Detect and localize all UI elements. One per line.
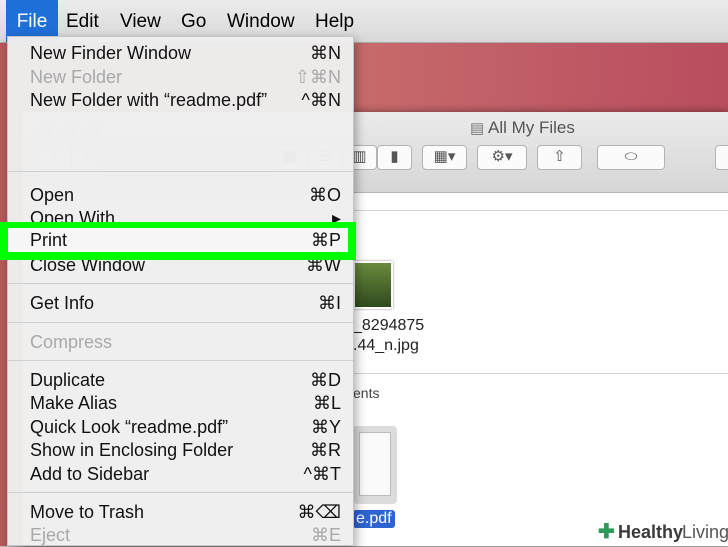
menu-separator (8, 360, 353, 361)
menu-item-print[interactable]: Print ⌘P (8, 228, 348, 252)
menu-item-label: Add to Sidebar (30, 464, 150, 484)
menu-separator (8, 322, 353, 323)
menu-item-open[interactable]: Open ⌘O (8, 183, 353, 207)
menu-item-label: Show in Enclosing Folder (30, 440, 234, 460)
search-field-edge[interactable] (715, 145, 728, 170)
file-menu-dropdown: New Finder Window ⌘N New Folder ⇧⌘N New … (7, 36, 354, 546)
file-name-line[interactable]: _8294875 (353, 317, 424, 335)
menu-item-label: Print (30, 230, 68, 250)
menu-item-compress: Compress (8, 330, 353, 354)
menu-item-new-folder-with-selection[interactable]: New Folder with “readme.pdf” ^⌘N (8, 88, 353, 112)
menu-item-shortcut: ⌘P (310, 230, 341, 250)
window-title-text: All My Files (487, 118, 575, 137)
menu-separator (8, 283, 353, 284)
coverflow-icon: ▮ (390, 148, 399, 165)
menu-item-shortcut: ⇧⌘N (294, 67, 341, 87)
menu-item-new-folder: New Folder ⇧⌘N (8, 65, 353, 89)
menu-item-shortcut: ⌘I (317, 293, 341, 313)
menu-item-label: Make Alias (30, 393, 118, 413)
menu-item-label: Eject (30, 525, 71, 545)
menu-item-shortcut: ⌘E (310, 525, 341, 545)
menu-item-label: New Finder Window (30, 43, 192, 63)
menu-item-label: Open (30, 185, 75, 205)
pdf-thumbnail[interactable] (353, 426, 397, 504)
gear-icon: ⚙▾ (491, 148, 513, 165)
menu-item-label: Compress (30, 332, 113, 352)
menu-separator (8, 171, 353, 172)
action-button[interactable]: ⚙▾ (477, 145, 527, 170)
menu-item-add-to-sidebar[interactable]: Add to Sidebar ^⌘T (8, 462, 353, 486)
menu-item-label: New Folder (30, 67, 123, 87)
menu-item-duplicate[interactable]: Duplicate ⌘D (8, 368, 353, 392)
tag-icon: ⬭ (624, 148, 638, 165)
menu-item-shortcut: ⌘R (310, 440, 341, 460)
tags-button[interactable]: ⬭ (597, 145, 665, 170)
columns-icon: ▥ (352, 148, 367, 165)
menu-item-label: Duplicate (30, 370, 106, 390)
menu-item-label: New Folder with “readme.pdf” (30, 90, 268, 110)
menu-item-label: Move to Trash (30, 502, 145, 522)
menu-item-shortcut: ^⌘N (301, 90, 341, 110)
menu-item-shortcut: ⌘⌫ (297, 502, 341, 522)
menu-item-make-alias[interactable]: Make Alias ⌘L (8, 391, 353, 415)
menu-item-quick-look[interactable]: Quick Look “readme.pdf” ⌘Y (8, 415, 353, 439)
cross-logo-icon: ✚ (598, 521, 615, 543)
menu-item-shortcut: ⌘Y (310, 417, 341, 437)
menu-item-shortcut: ^⌘T (303, 464, 341, 484)
share-button[interactable]: ⇧ (537, 145, 582, 170)
menu-separator (8, 492, 353, 493)
menu-item-label: Quick Look “readme.pdf” (30, 417, 229, 437)
menu-item-shortcut: ⌘O (308, 185, 341, 205)
coverflow-view-button[interactable]: ▮ (377, 145, 412, 170)
window-title: ▤ All My Files (470, 118, 575, 138)
arrange-icon: ▦▾ (433, 148, 456, 165)
selected-file-name[interactable]: e.pdf (353, 510, 395, 528)
document-icon (359, 432, 391, 496)
menu-item-label: Get Info (30, 293, 95, 313)
menu-item-get-info[interactable]: Get Info ⌘I (8, 291, 353, 315)
image-thumbnail[interactable] (353, 261, 393, 309)
folder-icon: ▤ (470, 120, 485, 137)
menu-item-shortcut: ⌘D (310, 370, 341, 390)
menu-item-shortcut: ⌘N (310, 43, 341, 63)
watermark: ✚ Healthy Living (593, 518, 728, 546)
menu-item-new-finder-window[interactable]: New Finder Window ⌘N (8, 41, 353, 65)
menu-item-shortcut: ⌘L (312, 393, 341, 413)
arrange-button[interactable]: ▦▾ (422, 145, 467, 170)
section-header: ents (353, 385, 380, 401)
menu-item-move-to-trash[interactable]: Move to Trash ⌘⌫ (8, 500, 353, 524)
menu-item-eject: Eject ⌘E (8, 523, 353, 547)
file-name-line[interactable]: .44_n.jpg (353, 337, 419, 355)
menu-item-show-in-enclosing-folder[interactable]: Show in Enclosing Folder ⌘R (8, 438, 353, 462)
watermark-suffix: Living (682, 522, 728, 542)
watermark-brand: Healthy (618, 522, 684, 542)
share-icon: ⇧ (553, 148, 566, 165)
